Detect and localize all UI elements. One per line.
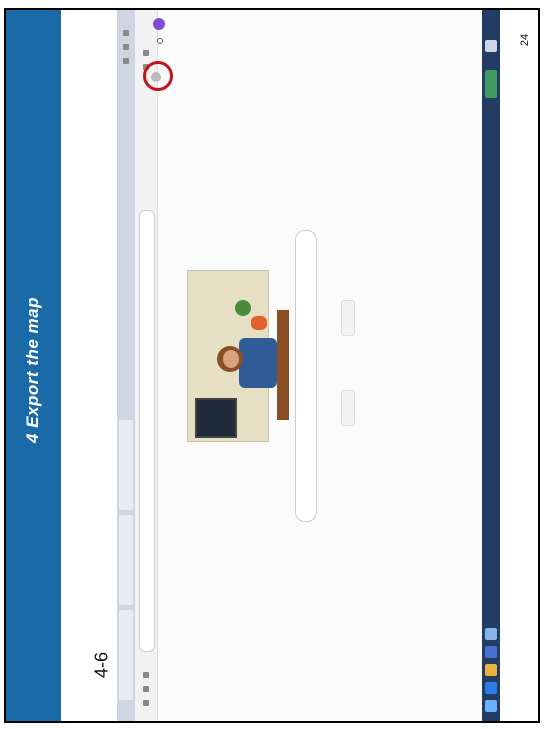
start-icon[interactable] xyxy=(485,700,497,712)
section-number: 4-6 xyxy=(91,651,112,679)
reload-icon[interactable] xyxy=(143,672,149,678)
doodle-face xyxy=(223,350,239,368)
doodle-desk xyxy=(277,310,289,420)
doodle-plant xyxy=(235,300,251,316)
browser-screenshot xyxy=(117,10,500,721)
slide-title: 4 Export the map xyxy=(23,297,42,443)
browser-tab[interactable] xyxy=(119,515,133,605)
url-field[interactable] xyxy=(139,210,155,652)
store-icon[interactable] xyxy=(485,646,497,658)
explorer-icon[interactable] xyxy=(485,664,497,676)
close-icon[interactable] xyxy=(123,58,129,64)
maximize-icon[interactable] xyxy=(123,44,129,50)
mail-icon[interactable] xyxy=(485,628,497,640)
taskbar xyxy=(482,10,500,721)
edge-icon[interactable] xyxy=(485,682,497,694)
page-number: 24 xyxy=(519,33,531,47)
avatar-icon[interactable] xyxy=(153,18,165,30)
doodle-screen xyxy=(195,398,237,438)
system-tray[interactable] xyxy=(485,70,497,98)
slide-frame: 4 Export the map 4-6 24 xyxy=(4,8,540,723)
search-input[interactable] xyxy=(295,230,317,522)
extension-icon[interactable] xyxy=(143,50,149,56)
doodle-fox xyxy=(251,316,267,330)
forward-icon[interactable] xyxy=(143,686,149,692)
minimize-icon[interactable] xyxy=(123,30,129,36)
back-icon[interactable] xyxy=(143,700,149,706)
browser-tab[interactable] xyxy=(119,420,133,510)
lucky-button[interactable] xyxy=(341,300,355,336)
search-button[interactable] xyxy=(341,390,355,426)
doodle-person xyxy=(239,338,277,388)
clock-icon[interactable] xyxy=(485,40,497,52)
highlight-circle xyxy=(143,61,173,91)
doodle-illustration[interactable] xyxy=(187,260,307,442)
title-band: 4 Export the map xyxy=(6,10,61,721)
browser-tab[interactable] xyxy=(119,610,133,700)
address-bar[interactable] xyxy=(135,10,158,721)
browser-tab-bar[interactable] xyxy=(117,10,135,721)
apps-grid-icon[interactable] xyxy=(157,38,163,44)
